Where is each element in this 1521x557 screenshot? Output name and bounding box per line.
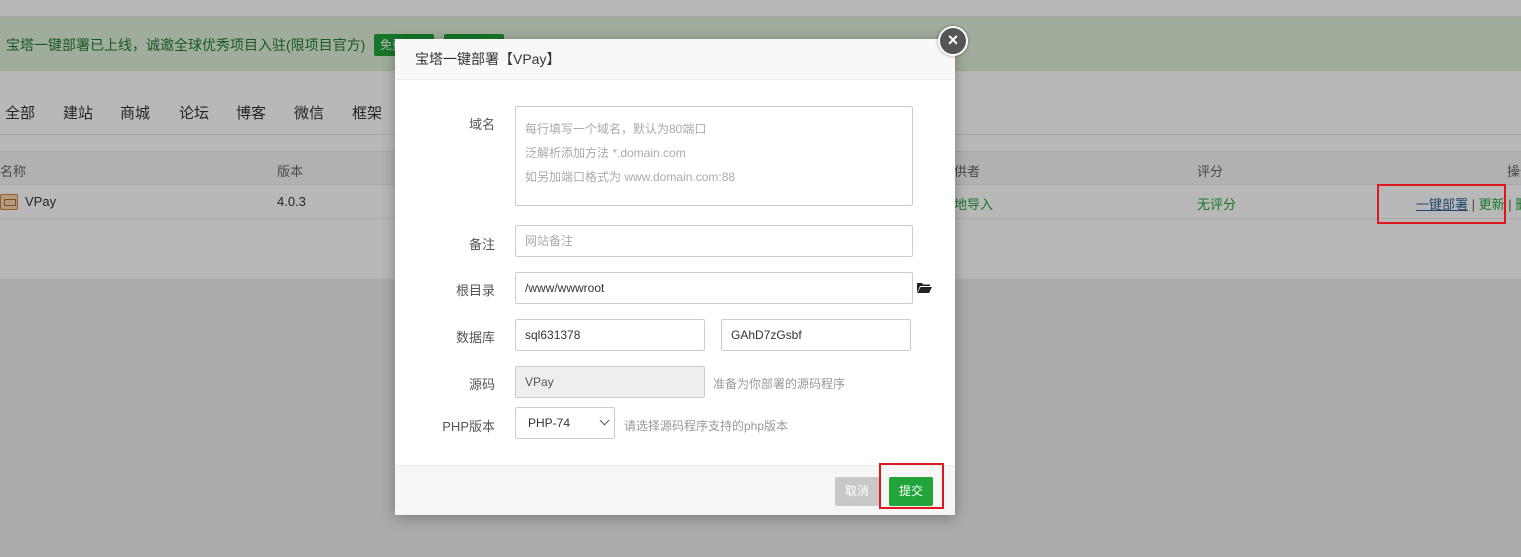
close-icon[interactable]: × (938, 26, 968, 56)
source-hint: 准备为你部署的源码程序 (713, 377, 846, 391)
domain-placeholder-line: 泛解析添加方法 *.domain.com (525, 146, 686, 160)
remark-placeholder: 网站备注 (525, 234, 574, 248)
highlight-box-submit (879, 463, 944, 509)
database-label: 数据库 (455, 330, 495, 345)
domain-textarea[interactable]: 每行填写一个域名，默认为80端口 泛解析添加方法 *.domain.com 如另… (515, 106, 913, 206)
domain-placeholder-line: 每行填写一个域名，默认为80端口 (525, 122, 707, 136)
domain-label: 域名 (468, 117, 495, 132)
root-dir-input[interactable]: /www/wwwroot (515, 272, 913, 304)
domain-placeholder-line: 如另加端口格式为 www.domain.com:88 (525, 170, 736, 184)
highlight-box-deploy (1377, 184, 1506, 224)
remark-input[interactable]: 网站备注 (515, 225, 913, 257)
database-name-input[interactable]: sql631378 (515, 319, 705, 351)
source-input: VPay (515, 366, 705, 398)
root-dir-label: 根目录 (455, 283, 495, 298)
source-label: 源码 (468, 377, 495, 392)
dialog-footer: 取消 提交 (395, 465, 955, 515)
deploy-dialog: 宝塔一键部署【VPay】 域名 每行填写一个域名，默认为80端口 泛解析添加方法… (395, 39, 955, 515)
php-version-hint: 请选择源码程序支持的php版本 (624, 419, 789, 433)
cancel-button[interactable]: 取消 (835, 477, 880, 506)
folder-open-icon[interactable] (917, 282, 932, 293)
dialog-title: 宝塔一键部署【VPay】 (395, 39, 955, 80)
remark-label: 备注 (468, 237, 495, 252)
chevron-down-icon (599, 415, 610, 426)
php-version-select[interactable]: PHP-74 (515, 407, 615, 439)
php-version-value: PHP-74 (528, 416, 571, 430)
php-version-label: PHP版本 (442, 419, 495, 434)
database-password-input[interactable]: GAhD7zGsbf (721, 319, 911, 351)
